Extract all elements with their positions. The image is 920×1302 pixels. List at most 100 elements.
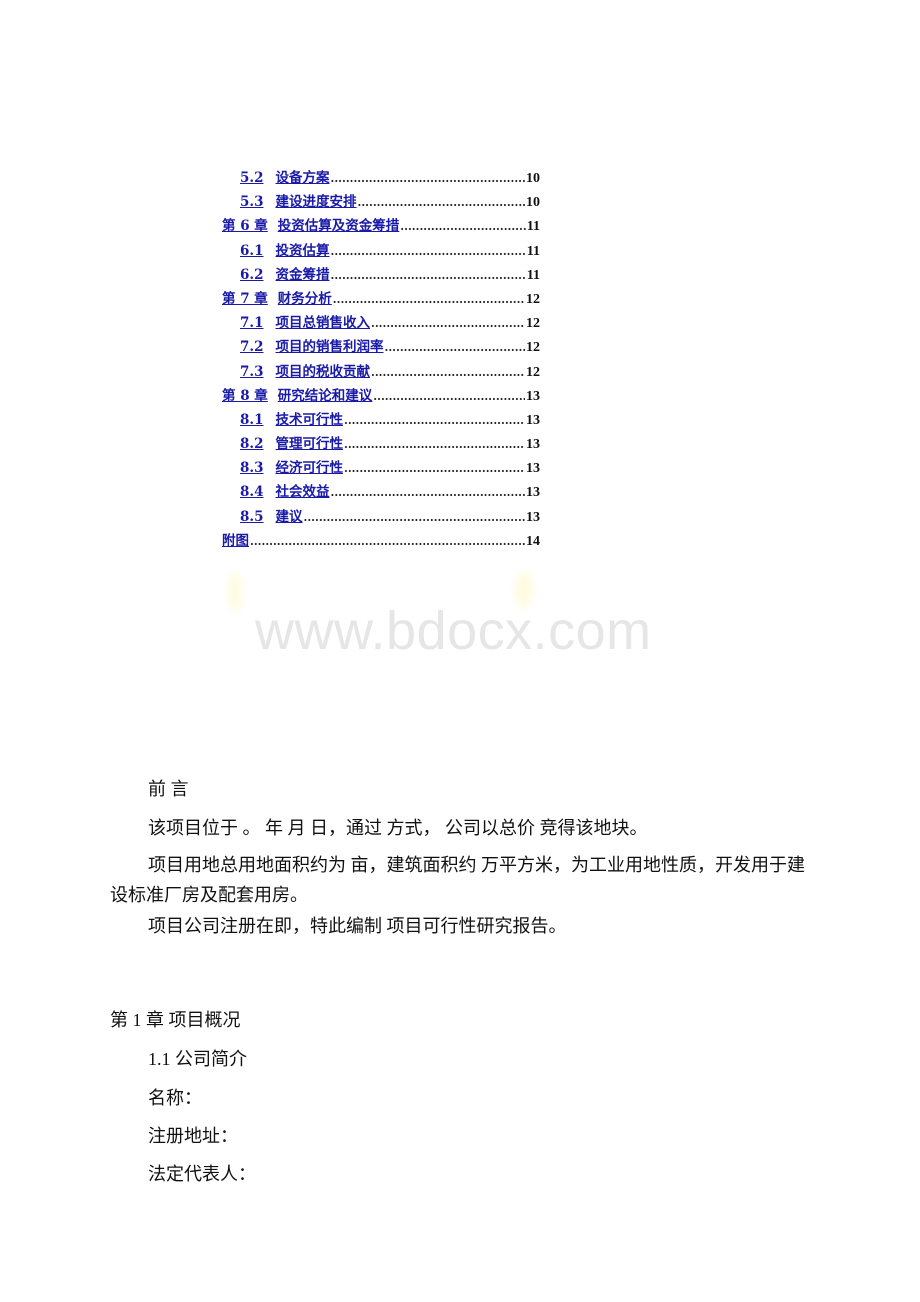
toc-entry[interactable]: 7.1 项目总销售收入 12 (222, 311, 540, 335)
toc-dot-leader (331, 486, 526, 499)
toc-entry-title: 管理可行性 (275, 436, 344, 453)
toc-entry-number: 8.4 (240, 484, 264, 501)
toc-dot-leader (344, 438, 525, 451)
toc-entry[interactable]: 附图 14 (222, 529, 540, 553)
field-legal-representative: 法定代表人： (148, 1164, 256, 1184)
toc-entry-title: 投资估算及资金筹措 (277, 218, 400, 235)
toc-link[interactable]: 5.2 设备方案 (240, 166, 330, 186)
toc-page-number: 10 (526, 195, 540, 211)
toc-link[interactable]: 5.3 建设进度安排 (240, 190, 357, 210)
field-company-name: 名称： (148, 1088, 202, 1108)
preface-paragraph-3: 项目公司注册在即，特此编制 项目可行性研究报告。 (148, 916, 567, 936)
toc-link[interactable]: 8.3 经济可行性 (240, 456, 343, 476)
toc-page-number: 12 (526, 291, 540, 307)
toc-entry-title: 设备方案 (275, 170, 330, 186)
toc-dot-leader (371, 317, 525, 330)
toc-link[interactable]: 8.2 管理可行性 (240, 432, 343, 452)
toc-entry-title: 技术可行性 (275, 411, 344, 428)
toc-dot-leader (400, 220, 525, 233)
toc-dot-leader (344, 462, 525, 475)
toc-entry-number: 第 7 章 (222, 290, 268, 307)
toc-entry[interactable]: 8.5 建议 13 (222, 505, 540, 529)
toc-link[interactable]: 第 7 章财务分析 (222, 287, 332, 307)
toc-entry[interactable]: 第 8 章研究结论和建议 13 (222, 384, 540, 408)
toc-dot-leader (331, 269, 526, 282)
toc-link[interactable]: 8.5 建议 (240, 505, 303, 525)
toc-entry-number: 6.2 (240, 266, 264, 283)
toc-link[interactable]: 6.1 投资估算 (240, 239, 330, 259)
toc-dot-leader (250, 535, 525, 548)
toc-entry[interactable]: 7.3 项目的税收贡献 12 (222, 360, 540, 384)
toc-link[interactable]: 7.3 项目的税收贡献 (240, 360, 370, 380)
watermark: www.bdocx.com (255, 601, 652, 661)
toc-link[interactable]: 6.2 资金筹措 (240, 263, 330, 283)
toc-page-number: 12 (526, 316, 540, 332)
toc-entry-number: 5.2 (240, 170, 264, 186)
toc-link[interactable]: 附图 (222, 529, 249, 549)
toc-entry-number: 8.3 (240, 460, 264, 477)
section-1-1-heading: 1.1 公司简介 (148, 1049, 247, 1069)
toc-link[interactable]: 第 8 章研究结论和建议 (222, 384, 372, 404)
toc-page-number: 10 (526, 171, 540, 186)
toc-link[interactable]: 第 6 章投资估算及资金筹措 (222, 214, 399, 234)
toc-dot-leader (358, 196, 526, 209)
toc-entry[interactable]: 5.2 设备方案 10 (222, 166, 540, 190)
toc-entry[interactable]: 6.1 投资估算 11 (222, 239, 540, 263)
toc-entry-title: 项目的税收贡献 (275, 363, 371, 380)
toc-entry-title: 项目的销售利润率 (275, 339, 384, 356)
toc-entry-number: 7.3 (240, 363, 264, 380)
toc-entry-number: 5.3 (240, 194, 264, 211)
field-registered-address: 注册地址： (148, 1126, 238, 1146)
toc-link[interactable]: 8.1 技术可行性 (240, 408, 343, 428)
toc-entry[interactable]: 5.3 建设进度安排 10 (222, 190, 540, 214)
toc-entry[interactable]: 8.2 管理可行性 13 (222, 432, 540, 456)
toc-entry-title: 社会效益 (275, 484, 330, 501)
toc-link[interactable]: 8.4 社会效益 (240, 480, 330, 500)
toc-entry-number: 8.1 (240, 411, 264, 428)
toc-entry-title: 建议 (275, 508, 303, 525)
toc-entry-number: 7.1 (240, 315, 264, 332)
toc-entry[interactable]: 8.1 技术可行性 13 (222, 408, 540, 432)
toc-entry-number: 第 8 章 (222, 387, 268, 404)
toc-page-number: 11 (526, 219, 540, 235)
toc-dot-leader (373, 390, 525, 403)
toc-entry[interactable]: 第 6 章投资估算及资金筹措 11 (222, 214, 540, 238)
toc-entry[interactable]: 7.2 项目的销售利润率 12 (222, 335, 540, 359)
toc-entry[interactable]: 第 7 章财务分析 12 (222, 287, 540, 311)
preface-paragraph-1: 该项目位于 。 年 月 日，通过 方式， 公司以总价 竞得该地块。 (148, 818, 648, 838)
toc-page-number: 12 (526, 340, 540, 356)
toc-page-number: 13 (526, 485, 540, 501)
toc-entry-number: 8.5 (240, 508, 264, 525)
toc-page-number: 13 (526, 412, 540, 428)
decorative-smudge (228, 572, 242, 612)
toc-page-number: 14 (526, 533, 540, 549)
chapter-1-heading: 第 1 章 项目概况 (110, 1010, 241, 1030)
toc-entry-number: 第 6 章 (222, 218, 268, 235)
toc-page-number: 13 (526, 437, 540, 453)
toc-entry-title: 研究结论和建议 (277, 387, 373, 404)
toc-page-number: 11 (526, 267, 540, 283)
toc-entry-title: 经济可行性 (275, 460, 344, 477)
preface-heading: 前 言 (148, 779, 189, 799)
toc-page-number: 11 (526, 243, 540, 259)
preface-paragraph-2: 项目用地总用地面积约为 亩，建筑面积约 万平方米，为工业用地性质，开发用于建设标… (110, 855, 805, 905)
toc-dot-leader (344, 414, 525, 427)
toc-entry-number: 6.1 (240, 242, 264, 259)
toc-dot-leader (331, 172, 526, 185)
toc-entry[interactable]: 8.3 经济可行性 13 (222, 456, 540, 480)
toc-page-number: 13 (526, 461, 540, 477)
table-of-contents: 5.2 设备方案 10 5.3 建设进度安排 10 第 6 章投资估算及资金筹措 11 6.1 投… (222, 166, 540, 553)
toc-dot-leader (371, 366, 525, 379)
toc-link[interactable]: 7.1 项目总销售收入 (240, 311, 370, 331)
toc-page-number: 13 (526, 388, 540, 404)
toc-dot-leader (385, 341, 526, 354)
toc-entry-title: 财务分析 (277, 290, 332, 307)
toc-page-number: 13 (526, 509, 540, 525)
toc-entry-number: 8.2 (240, 436, 264, 453)
toc-entry[interactable]: 8.4 社会效益 13 (222, 480, 540, 504)
toc-entry-title: 建设进度安排 (275, 194, 357, 211)
toc-entry-title: 资金筹措 (275, 266, 330, 283)
toc-link[interactable]: 7.2 项目的销售利润率 (240, 335, 384, 355)
toc-entry-title: 附图 (222, 532, 249, 549)
toc-entry[interactable]: 6.2 资金筹措 11 (222, 263, 540, 287)
